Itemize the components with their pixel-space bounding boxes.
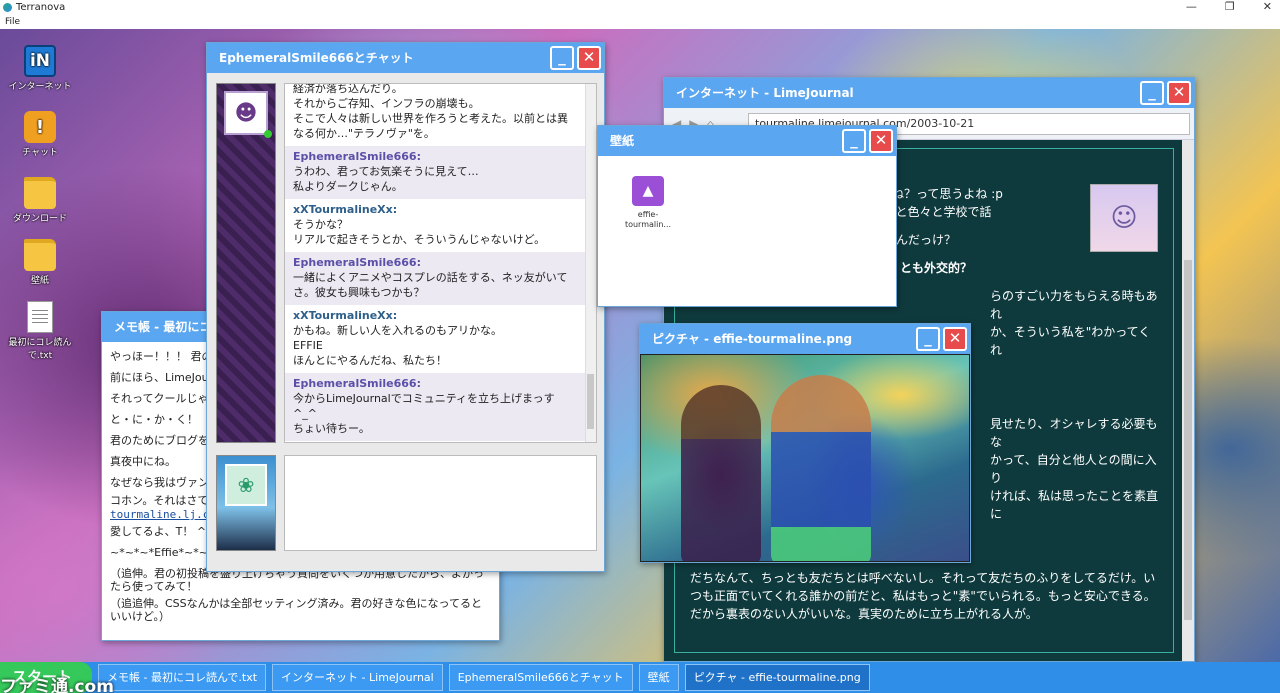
folder-icon [24, 177, 56, 209]
wallpaper-window: 壁紙 _ ✕ ▲ effie- tourmalin... [597, 125, 897, 307]
internet-icon: iN [24, 45, 56, 77]
picture-image [641, 355, 969, 561]
chat-sender: EphemeralSmile666: [293, 256, 421, 269]
taskbar-item-picture[interactable]: ピクチャ - effie-tourmaline.png [684, 664, 870, 691]
chat-sender: xXTourmalineXx: [293, 203, 398, 216]
blog-profile-image: ☺ [1090, 184, 1158, 252]
chat-message: EphemeralSmile666: 一緒によくアニメやコスプレの話をする、ネッ… [285, 252, 596, 305]
browser-minimize-button[interactable]: _ [1140, 81, 1164, 105]
illustration-figure [771, 375, 871, 561]
scrollbar-thumb[interactable] [1184, 260, 1192, 620]
chat-titlebar[interactable]: EphemeralSmile666とチャット [207, 43, 604, 73]
online-status-icon [264, 130, 272, 138]
file-label: effie- tourmalin... [624, 210, 672, 229]
menu-file[interactable]: File [5, 17, 20, 27]
wallpaper-close-button[interactable]: ✕ [869, 129, 893, 153]
host-minimize-button[interactable]: — [1186, 0, 1197, 13]
chat-sender: xXTourmalineXx: [293, 309, 398, 322]
my-avatar: ❀ [225, 464, 267, 506]
picture-close-button[interactable]: ✕ [943, 327, 967, 351]
chat-icon: ! [24, 111, 56, 143]
my-avatar-panel: ❀ [216, 455, 276, 551]
desktop-icon-label: 最初にコレ読んで.txt [8, 338, 72, 361]
chat-message-text: うわわ、君ってお気楽そうに見えて… 私よりダークじゃん。 [293, 165, 479, 193]
chat-message-text: 一緒によくアニメやコスプレの話をする、ネッ友がいてさ。彼女も興味もつかも？ [293, 271, 568, 299]
illustration-figure [681, 385, 761, 561]
taskbar-item-wallpaper[interactable]: 壁紙 [638, 664, 679, 691]
taskbar-item-chat[interactable]: EphemeralSmile666とチャット [448, 664, 633, 691]
chat-message: EphemeralSmile666: 今からLimeJournalでコミュニティ… [285, 373, 596, 441]
desktop-icon-download[interactable]: ダウンロード [5, 177, 75, 224]
desktop-icon-label: 壁紙 [30, 276, 49, 286]
friend-avatar-panel: ☻ [216, 83, 276, 443]
desktop-icon-readme[interactable]: 最初にコレ読んで.txt [5, 301, 75, 361]
host-close-button[interactable]: ✕ [1263, 0, 1272, 13]
chat-message: xXTourmalineXx: かもね。新しい人を入れるのもアリかな。 EFFI… [285, 305, 596, 373]
browser-scrollbar[interactable] [1182, 140, 1194, 661]
chat-close-button[interactable]: ✕ [577, 46, 601, 70]
chat-minimize-button[interactable]: _ [550, 46, 574, 70]
desktop-icon-internet[interactable]: iN インターネット [5, 45, 75, 92]
chat-log[interactable]: 経済が落ち込んだり。 それからご存知、インフラの崩壊も。 そこで人々は新しい世界… [284, 83, 597, 443]
scrollbar-thumb[interactable] [587, 374, 594, 429]
desktop-icon-chat[interactable]: ! チャット [5, 111, 75, 158]
taskbar: スタート メモ帳 - 最初にコレ読んで.txt インターネット - LimeJo… [0, 662, 1280, 693]
host-maximize-button[interactable]: ❐ [1225, 0, 1235, 13]
chat-scrollbar[interactable] [585, 84, 596, 442]
blog-paragraph: だちなんて、ちっとも友だちとは呼べないし。それって友だちのふりをしてるだけ。いつ… [690, 571, 1156, 621]
chat-message: EphemeralSmile666: うわわ、君ってお気楽そうに見えて… 私より… [285, 146, 596, 199]
app-icon [3, 3, 12, 12]
chat-message-text: かもね。新しい人を入れるのもアリかな。 EFFIE ほんとにやるんだね、私たち！ [293, 324, 502, 367]
picture-minimize-button[interactable]: _ [916, 327, 940, 351]
chat-message-text: 経済が落ち込んだり。 それからご存知、インフラの崩壊も。 そこで人々は新しい世界… [293, 83, 568, 140]
friend-avatar: ☻ [224, 91, 268, 135]
watermark: ファミ通.com [0, 677, 114, 693]
desktop-icon-label: ダウンロード [12, 214, 67, 224]
file-item[interactable]: ▲ effie- tourmalin... [618, 176, 678, 230]
chat-message: xXTourmalineXx: そうかな？ リアルで起きそうとか、そういうんじゃ… [285, 199, 596, 252]
host-window-controls: — ❐ ✕ [1186, 0, 1272, 13]
chat-window: EphemeralSmile666とチャット _ ✕ ☻ 経済が落ち込んだり。 … [206, 42, 605, 572]
browser-close-button[interactable]: ✕ [1167, 81, 1191, 105]
chat-message-text: そうかな？ リアルで起きそうとか、そういうんじゃないけど。 [293, 218, 546, 246]
browser-titlebar[interactable]: インターネット - LimeJournal [664, 78, 1194, 108]
taskbar-item-notepad[interactable]: メモ帳 - 最初にコレ読んで.txt [98, 664, 267, 691]
chat-input[interactable] [284, 455, 597, 551]
taskbar-item-internet[interactable]: インターネット - LimeJournal [272, 664, 443, 691]
text-file-icon [27, 301, 53, 333]
picture-window: ピクチャ - effie-tourmaline.png _ ✕ [639, 323, 971, 563]
image-file-icon: ▲ [632, 176, 664, 206]
wallpaper-minimize-button[interactable]: _ [842, 129, 866, 153]
chat-sender: EphemeralSmile666: [293, 150, 421, 163]
folder-icon [24, 239, 56, 271]
host-titlebar: Terranova — ❐ ✕ [0, 0, 1280, 15]
chat-sender: EphemeralSmile666: [293, 377, 421, 390]
chat-message-text: 今からLimeJournalでコミュニティを立ち上げまっす ^_^ ちょい待ちー… [293, 392, 555, 435]
desktop-icon-wallpaper[interactable]: 壁紙 [5, 239, 75, 286]
notepad-ps2: （追追伸。CSSなんかは全部セッティング済み。君の好きな色になってるといいけど。… [110, 597, 482, 623]
host-menubar: File [0, 15, 1280, 29]
host-title: Terranova [16, 2, 66, 13]
desktop-icon-label: インターネット [8, 82, 72, 92]
desktop-icon-label: チャット [22, 148, 58, 158]
